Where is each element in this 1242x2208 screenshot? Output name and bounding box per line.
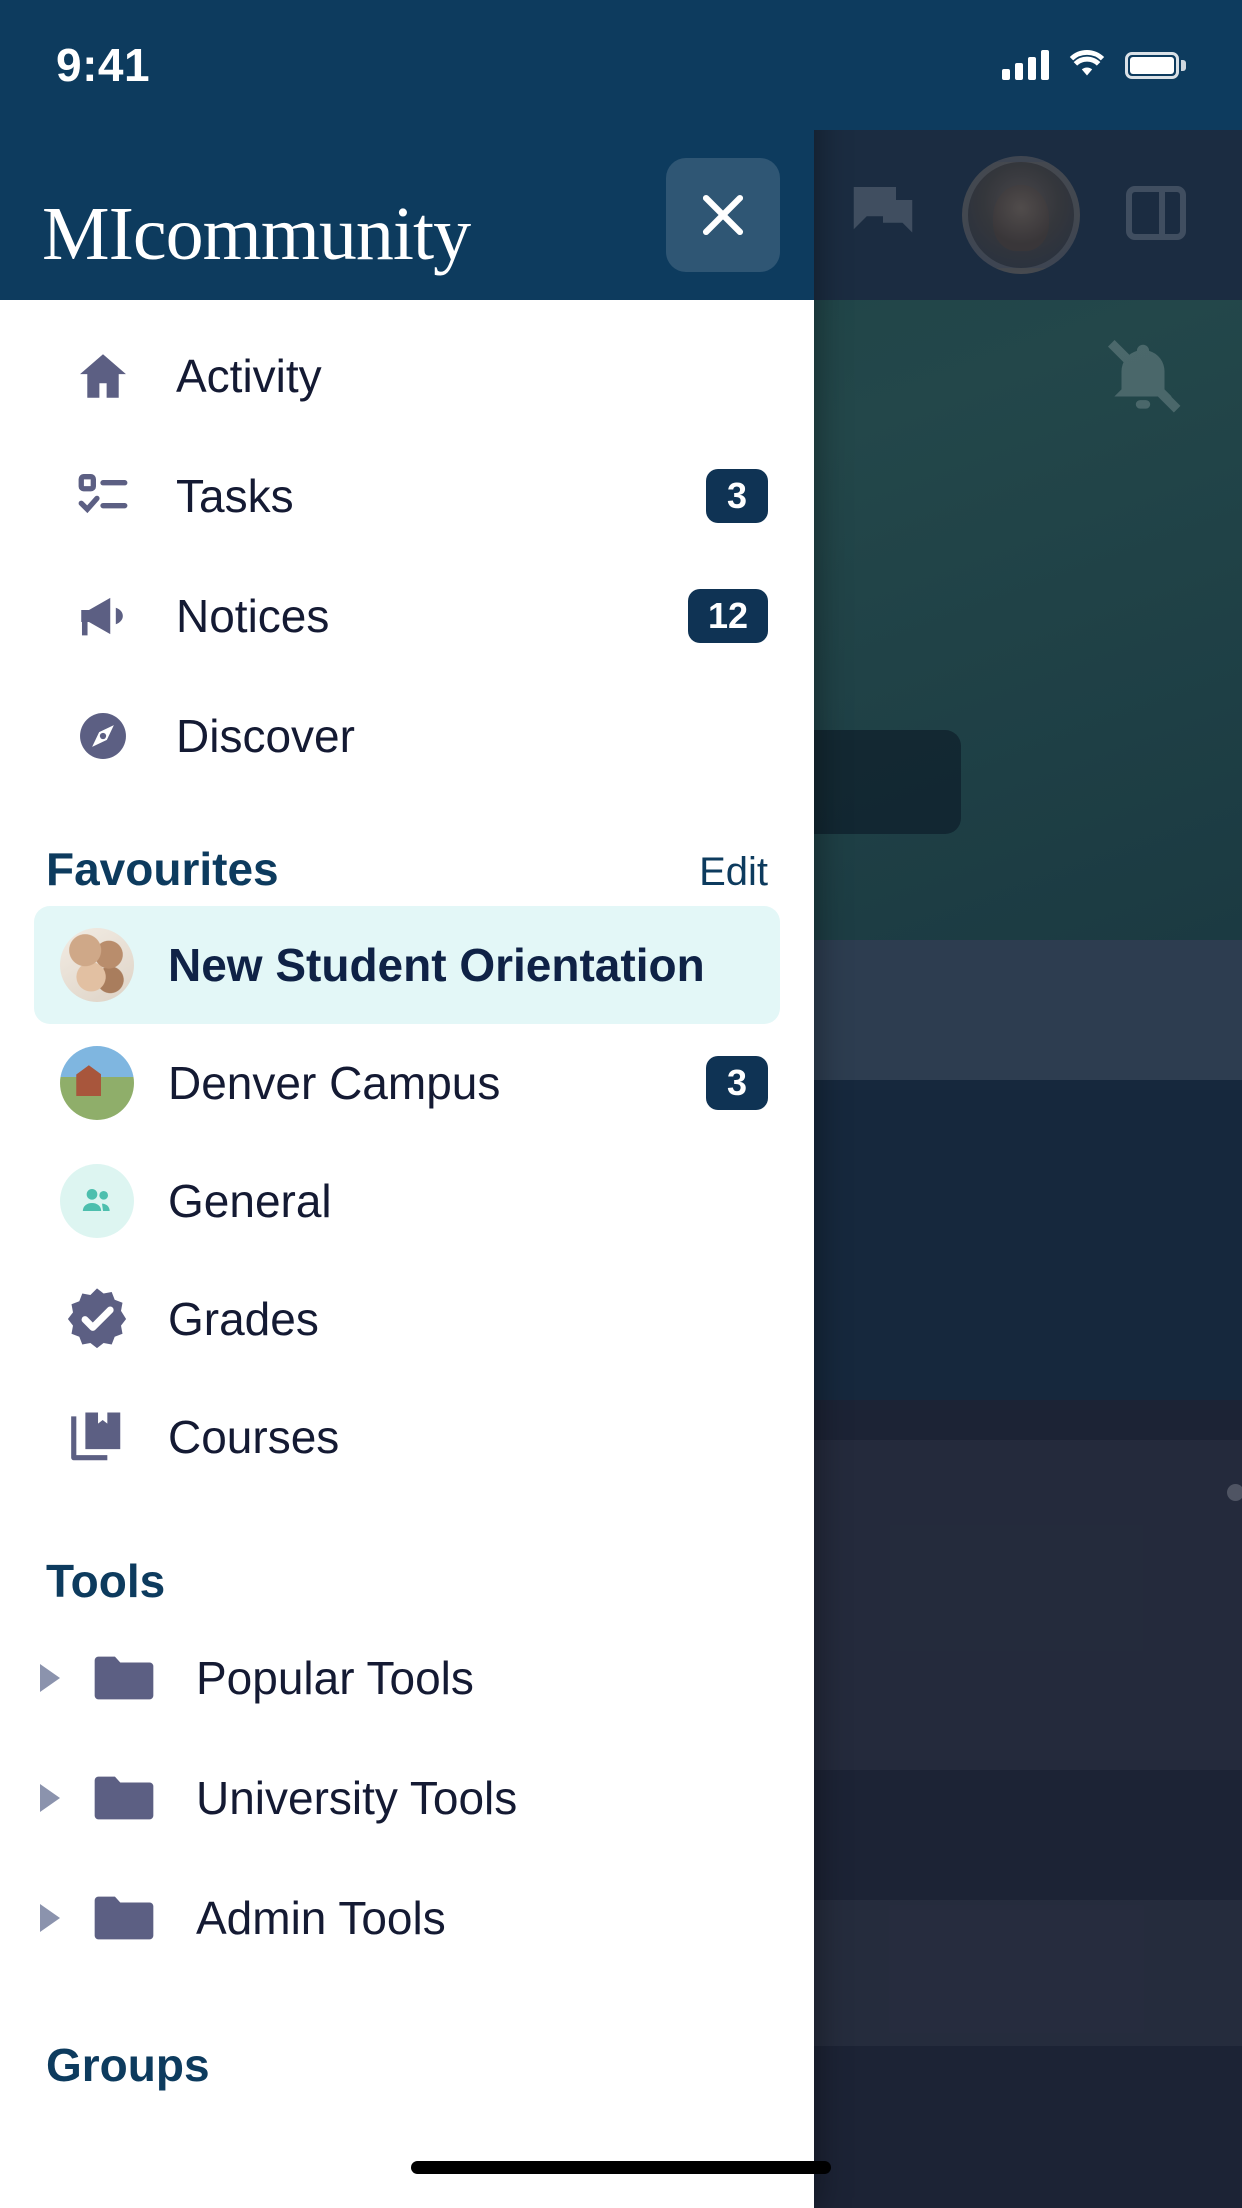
sidebar-item-discover-label: Discover (176, 710, 355, 762)
app-title: MIcommunity (42, 192, 471, 276)
favourite-item-label: Grades (168, 1293, 319, 1345)
tools-item-label: Popular Tools (196, 1652, 474, 1704)
status-bar-clock: 9:41 (56, 39, 151, 91)
tasks-badge: 3 (706, 469, 768, 523)
wifi-icon (1067, 48, 1107, 83)
verified-badge-icon (60, 1282, 134, 1356)
groups-section-header: Groups (0, 1978, 814, 2102)
sidebar-item-activity-label: Activity (176, 350, 322, 402)
drawer-scroll-area[interactable]: Activity Tasks 3 Notices 12 Discover Fav… (0, 300, 814, 2208)
home-icon (72, 347, 134, 405)
folder-icon (92, 1653, 156, 1703)
sidebar-item-notices-label: Notices (176, 590, 330, 642)
navigation-drawer: MIcommunity Activity Tasks 3 Notices 12 … (0, 0, 814, 2208)
favourites-edit-button[interactable]: Edit (699, 850, 768, 895)
compass-icon (72, 707, 134, 765)
sidebar-item-tasks[interactable]: Tasks 3 (0, 436, 814, 556)
status-bar-icons (1002, 48, 1186, 83)
people-icon (60, 1164, 134, 1238)
favourites-title: Favourites (46, 843, 279, 895)
notices-badge: 12 (687, 589, 768, 643)
tools-title: Tools (46, 1555, 166, 1607)
tools-section-header: Tools (0, 1496, 814, 1618)
sidebar-item-activity[interactable]: Activity (0, 316, 814, 436)
bell-off-icon (1100, 332, 1186, 423)
chevron-right-icon[interactable] (40, 1904, 60, 1932)
megaphone-icon (72, 587, 134, 645)
tools-item-admin-tools[interactable]: Admin Tools (0, 1858, 814, 1978)
sidebar-item-notices[interactable]: Notices 12 (0, 556, 814, 676)
favourite-item-general[interactable]: General (34, 1142, 780, 1260)
favourite-item-label: Denver Campus (168, 1057, 501, 1109)
battery-icon (1125, 51, 1186, 79)
favourites-section-header: Favourites Edit (0, 796, 814, 906)
hands-photo-avatar (60, 928, 134, 1002)
favourite-item-label: General (168, 1175, 332, 1227)
folder-icon (92, 1893, 156, 1943)
checklist-icon (72, 467, 134, 525)
panel-icon[interactable] (1120, 177, 1192, 254)
groups-title: Groups (46, 2039, 210, 2091)
chat-icon[interactable] (844, 174, 922, 257)
tools-item-label: Admin Tools (196, 1892, 446, 1944)
chevron-right-icon[interactable] (40, 1664, 60, 1692)
close-drawer-button[interactable] (666, 158, 780, 272)
user-avatar[interactable] (962, 156, 1080, 274)
favourite-item-denver-campus[interactable]: Denver Campus 3 (34, 1024, 780, 1142)
favourite-item-courses[interactable]: Courses (34, 1378, 780, 1496)
tools-item-label: University Tools (196, 1772, 518, 1824)
status-bar: 9:41 (0, 0, 1242, 130)
book-icon (60, 1400, 134, 1474)
sidebar-item-tasks-label: Tasks (176, 470, 294, 522)
home-indicator (411, 2161, 831, 2174)
favourite-item-label: Courses (168, 1411, 340, 1463)
favourite-item-new-student-orientation[interactable]: New Student Orientation (34, 906, 780, 1024)
close-icon (702, 194, 744, 236)
tools-item-university-tools[interactable]: University Tools (0, 1738, 814, 1858)
favourite-item-grades[interactable]: Grades (34, 1260, 780, 1378)
denver-campus-badge: 3 (706, 1056, 768, 1110)
campus-photo-avatar (60, 1046, 134, 1120)
folder-icon (92, 1773, 156, 1823)
cellular-signal-icon (1002, 50, 1049, 80)
favourite-item-label: New Student Orientation (168, 939, 705, 991)
sidebar-item-discover[interactable]: Discover (0, 676, 814, 796)
more-horizontal-icon[interactable] (1227, 1484, 1242, 1501)
tools-item-popular-tools[interactable]: Popular Tools (0, 1618, 814, 1738)
chevron-right-icon[interactable] (40, 1784, 60, 1812)
